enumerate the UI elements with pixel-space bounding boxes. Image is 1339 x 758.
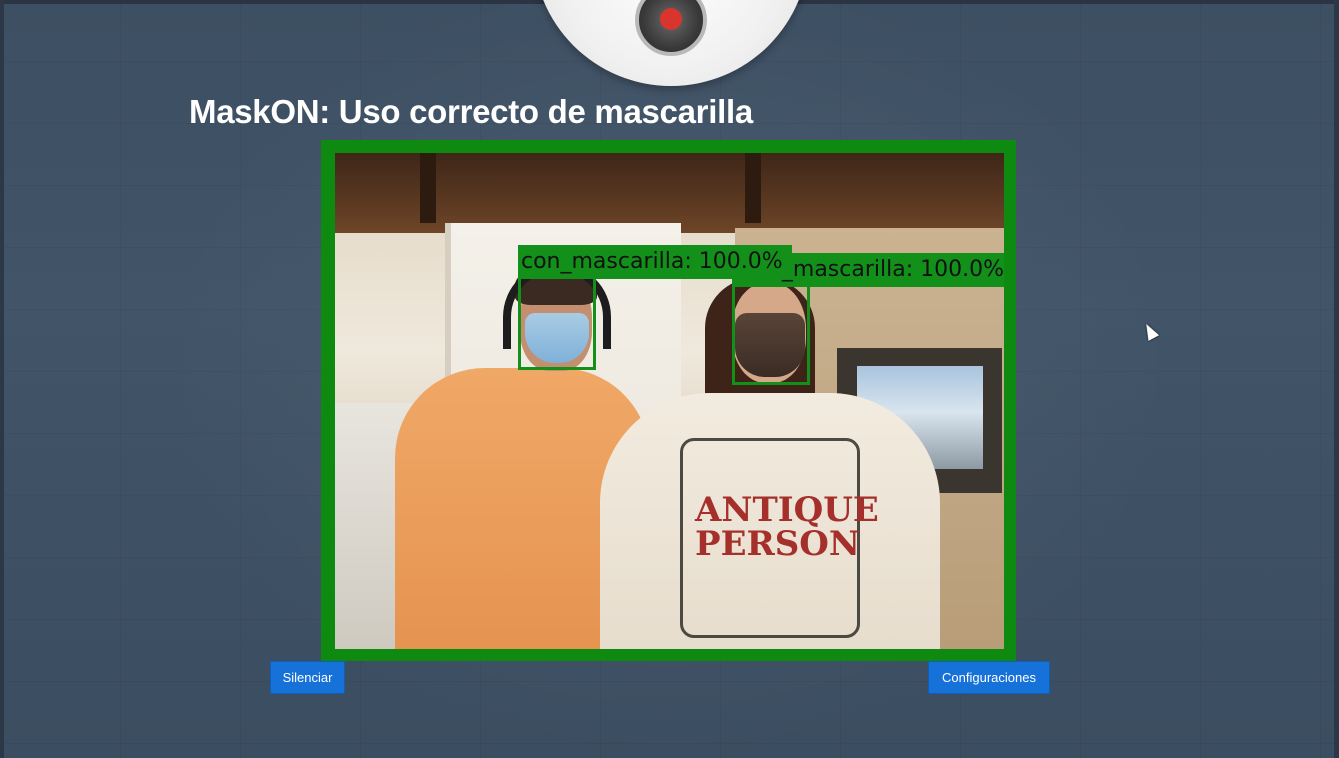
right-edge [1334,0,1339,758]
recording-dot-icon [660,8,682,30]
left-edge [0,0,4,758]
detection-box [518,275,596,370]
detection-label: con_mascarilla: 100.0% [518,245,792,279]
page-title: MaskON: Uso correcto de mascarilla [189,93,753,130]
mouse-pointer-icon [1140,321,1160,341]
detection-box [732,281,810,385]
ceiling-beam [745,153,761,223]
video-feed: ANTIQUE PERSON con_mascarilla: 100.0% co… [335,153,1004,649]
ceiling-beam [420,153,436,223]
settings-button[interactable]: Configuraciones [928,661,1050,694]
shirt-text: ANTIQUE PERSON [695,490,879,564]
mute-button[interactable]: Silenciar [270,661,345,694]
